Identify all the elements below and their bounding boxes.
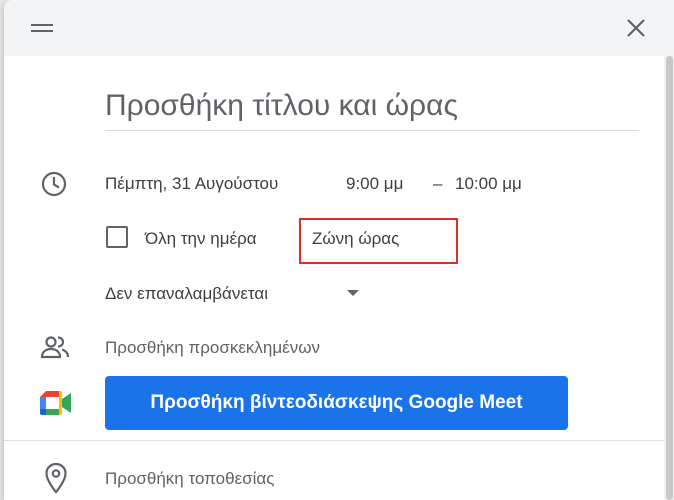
all-day-checkbox[interactable] bbox=[106, 226, 128, 248]
section-divider bbox=[4, 440, 664, 441]
clock-icon bbox=[41, 171, 67, 197]
people-icon bbox=[40, 336, 70, 359]
event-end-time[interactable]: 10:00 μμ bbox=[455, 174, 522, 194]
close-button[interactable] bbox=[620, 12, 652, 44]
chevron-down-icon bbox=[347, 290, 359, 296]
event-dialog: Πέμπτη, 31 Αυγούστου 9:00 μμ – 10:00 μμ … bbox=[4, 0, 674, 500]
add-guests-field[interactable]: Προσθήκη προσκεκλημένων bbox=[105, 338, 320, 358]
event-start-time[interactable]: 9:00 μμ bbox=[346, 174, 403, 194]
timezone-button[interactable]: Ζώνη ώρας bbox=[298, 218, 458, 264]
add-location-field[interactable]: Προσθήκη τοποθεσίας bbox=[105, 469, 274, 489]
dialog-header bbox=[4, 0, 674, 56]
timezone-label: Ζώνη ώρας bbox=[312, 229, 400, 248]
close-icon bbox=[627, 19, 645, 37]
recurrence-value: Δεν επαναλαμβάνεται bbox=[105, 284, 269, 303]
scrollbar-thumb[interactable] bbox=[666, 56, 673, 500]
event-date[interactable]: Πέμπτη, 31 Αυγούστου bbox=[105, 174, 278, 194]
scrollbar[interactable] bbox=[664, 56, 674, 500]
drag-handle-icon[interactable] bbox=[31, 24, 53, 34]
all-day-label: Όλη την ημέρα bbox=[145, 229, 257, 248]
location-pin-icon bbox=[45, 462, 67, 494]
time-separator: – bbox=[433, 174, 443, 193]
event-title-input[interactable] bbox=[105, 82, 639, 131]
google-meet-icon bbox=[40, 391, 71, 415]
add-google-meet-button[interactable]: Προσθήκη βίντεοδιάσκεψης Google Meet bbox=[105, 376, 568, 430]
